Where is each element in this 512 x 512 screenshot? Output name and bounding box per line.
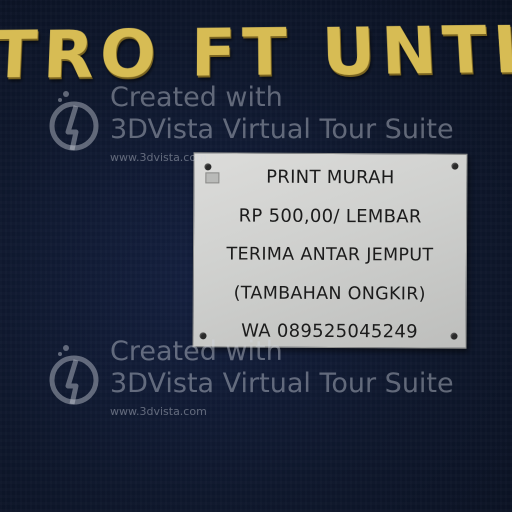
watermark-line1: Created with xyxy=(110,82,283,113)
watermark-line2: 3DVista Virtual Tour Suite xyxy=(110,368,454,399)
watermark-line2: 3DVista Virtual Tour Suite xyxy=(110,114,454,145)
watermark: Created with 3DVista Virtual Tour Suite … xyxy=(44,82,504,164)
watermark-url: www.3dvista.com xyxy=(110,151,207,164)
photo-scene: TRO FT UNTIE PRINT MURAH RP 500,00/ LEMB… xyxy=(0,0,512,512)
sign-line-delivery: TERIMA ANTAR JEMPUT xyxy=(226,244,434,266)
3dvista-logo-icon xyxy=(49,345,99,405)
watermark: Created with 3DVista Virtual Tour Suite … xyxy=(44,336,504,418)
printing-sign: PRINT MURAH RP 500,00/ LEMBAR TERIMA ANT… xyxy=(192,152,468,349)
watermark-title: Created with 3DVista Virtual Tour Suite xyxy=(110,82,454,146)
sign-line-price: RP 500,00/ LEMBAR xyxy=(238,205,422,228)
watermark-line1: Created with xyxy=(110,336,283,367)
watermark-title: Created with 3DVista Virtual Tour Suite xyxy=(110,336,454,400)
3dvista-logo-icon xyxy=(49,91,99,151)
sign-line-shipping-note: (TAMBAHAN ONGKIR) xyxy=(233,283,426,305)
watermark-url: www.3dvista.com xyxy=(110,405,207,418)
sign-line-title: PRINT MURAH xyxy=(266,166,395,189)
